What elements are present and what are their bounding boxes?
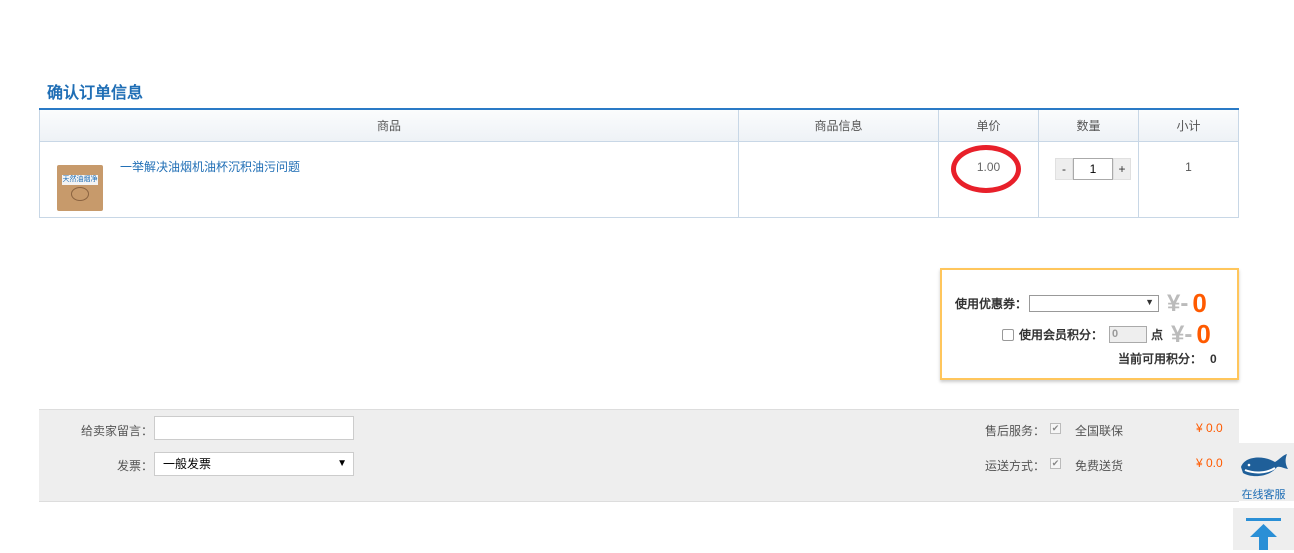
coupon-amount: 0: [1192, 288, 1207, 318]
qty-decrease-button[interactable]: -: [1055, 158, 1073, 180]
shipping-fee: ¥ 0.0: [1196, 456, 1223, 470]
col-header-product: 商品: [40, 110, 739, 141]
order-table: 商品 商品信息 单价 数量 小计 天然油烟净 一举解决油烟机油杯沉积油污问题 1…: [39, 108, 1239, 218]
whale-icon: [1241, 454, 1288, 477]
qty-increase-button[interactable]: +: [1113, 158, 1131, 180]
points-yen-prefix: ¥-: [1171, 320, 1193, 348]
points-unit: 点: [1151, 328, 1164, 342]
product-cell: 天然油烟净 一举解决油烟机油杯沉积油污问题: [40, 142, 739, 217]
after-sales-value: 全国联保: [1075, 424, 1124, 438]
coupon-select[interactable]: [1029, 295, 1160, 312]
unit-price-cell: 1.00: [939, 142, 1039, 217]
product-info-cell: [739, 142, 939, 217]
product-name-link[interactable]: 一举解决油烟机油杯沉积油污问题: [120, 158, 300, 175]
after-sales-fee: ¥ 0.0: [1196, 421, 1223, 435]
online-service-button[interactable]: 在线客服: [1233, 443, 1294, 501]
page-title: 确认订单信息: [47, 85, 144, 102]
seller-message-input[interactable]: [154, 416, 354, 440]
shipping-checkbox[interactable]: ✔: [1050, 458, 1061, 469]
order-options-bar: 给卖家留言： 发票： 一般发票 售后服务： ✔ 全国联保 ¥ 0.0 运送方式：…: [39, 409, 1239, 502]
table-header: 商品 商品信息 单价 数量 小计: [39, 110, 1239, 142]
available-points-label: 当前可用积分：: [1118, 352, 1203, 366]
available-points-value: 0: [1210, 351, 1217, 366]
coupon-label: 使用优惠券：: [955, 297, 1028, 311]
use-points-checkbox[interactable]: [1002, 328, 1014, 341]
points-amount: 0: [1196, 319, 1211, 349]
points-label: 使用会员积分：: [1019, 328, 1104, 342]
coupon-yen-prefix: ¥-: [1167, 289, 1189, 317]
shipping-label: 运送方式：: [985, 459, 1046, 473]
col-header-unit-price: 单价: [939, 110, 1039, 141]
qty-input[interactable]: [1073, 158, 1113, 180]
table-row: 天然油烟净 一举解决油烟机油杯沉积油污问题 1.00 - + 1: [39, 142, 1239, 218]
subtotal-cell: 1: [1139, 142, 1239, 217]
coupon-row: 使用优惠券： ¥- 0: [955, 288, 1207, 319]
seller-message-label: 给卖家留言：: [81, 424, 154, 438]
back-to-top-button[interactable]: [1233, 508, 1294, 550]
discount-panel: 使用优惠券： ¥- 0 使用会员积分： 0 点 ¥- 0 当前可用积分： 0: [940, 268, 1239, 380]
after-sales-label: 售后服务：: [985, 424, 1046, 438]
shipping-value: 免费送货: [1075, 459, 1124, 473]
available-points-row: 当前可用积分： 0: [1118, 350, 1217, 367]
subtotal-value: 1: [1185, 160, 1192, 174]
quantity-stepper: - +: [1055, 158, 1131, 180]
product-thumbnail[interactable]: 天然油烟净: [57, 165, 103, 211]
price-highlight-circle: [951, 145, 1021, 193]
points-input[interactable]: 0: [1109, 326, 1148, 343]
col-header-product-info: 商品信息: [739, 110, 939, 141]
col-header-subtotal: 小计: [1139, 110, 1239, 141]
online-service-label: 在线客服: [1241, 489, 1286, 501]
invoice-select[interactable]: 一般发票: [154, 452, 354, 476]
thumbnail-ring-graphic: [71, 187, 89, 201]
points-row: 使用会员积分： 0 点 ¥- 0: [1002, 319, 1211, 350]
after-sales-checkbox[interactable]: ✔: [1050, 423, 1061, 434]
invoice-label: 发票：: [117, 459, 154, 473]
col-header-quantity: 数量: [1039, 110, 1139, 141]
quantity-cell: - +: [1039, 142, 1139, 217]
thumbnail-label: 天然油烟净: [62, 175, 98, 185]
arrow-up-icon: [1246, 518, 1281, 550]
